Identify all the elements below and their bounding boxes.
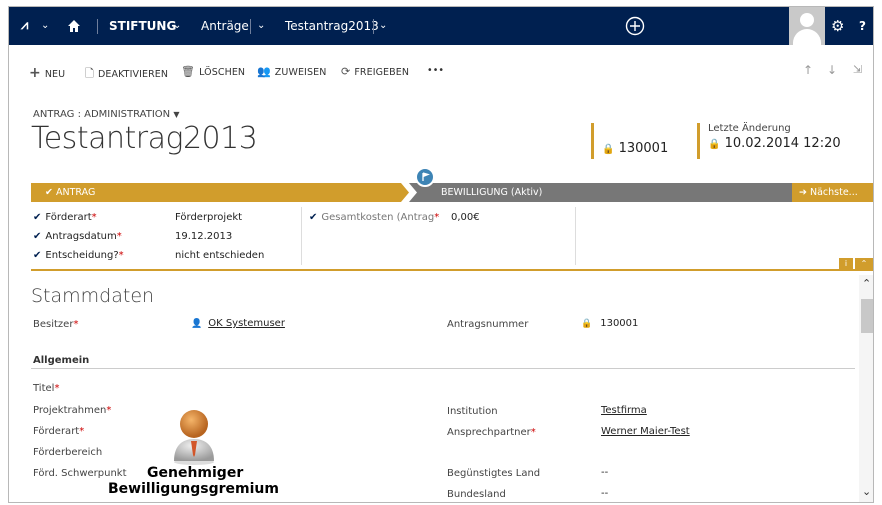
deactivate-icon: 🗋 bbox=[85, 67, 94, 80]
field-value-besitzer[interactable]: 👤 OK Systemuser bbox=[191, 318, 285, 329]
field-label-projektrahmen: Projektrahmen* bbox=[33, 405, 112, 416]
field-label-foerderart: Förderart* bbox=[33, 426, 85, 437]
field-value-ansprechpartner[interactable]: Werner Maier-Test bbox=[601, 426, 690, 437]
stage-field-entscheidung-label: ✔ Entscheidung?* bbox=[33, 250, 124, 261]
process-stage-bewilligung-label: BEWILLIGUNG (Aktiv) bbox=[441, 187, 543, 198]
field-label-schwerpunkt: Förd. Schwerpunkt bbox=[33, 468, 127, 479]
check-icon: ✔ bbox=[33, 250, 42, 261]
field-value-institution[interactable]: Testfirma bbox=[601, 405, 647, 416]
form-selector[interactable]: ANTRAG : ADMINISTRATION ▼ bbox=[33, 109, 179, 120]
overlay-label-line2: Bewilligungsgremium bbox=[108, 481, 279, 497]
share-button[interactable]: ⟳ FREIGEBEN bbox=[341, 65, 409, 78]
field-label-ansprechpartner: Ansprechpartner* bbox=[447, 427, 536, 438]
chevron-down-icon[interactable]: ⌄ bbox=[379, 7, 387, 45]
plus-icon: + bbox=[29, 65, 41, 81]
stage-field-antragsdatum-label: ✔ Antragsdatum* bbox=[33, 231, 122, 242]
user-icon: 👤 bbox=[191, 319, 203, 329]
chevron-down-icon[interactable]: ⌄ bbox=[41, 7, 49, 45]
caret-down-icon: ▼ bbox=[173, 110, 180, 119]
stage-field-foerderart-value[interactable]: Förderprojekt bbox=[175, 212, 242, 223]
chevron-down-icon[interactable]: ⌄ bbox=[257, 7, 265, 45]
stage-divider bbox=[575, 207, 576, 265]
check-icon: ✔ bbox=[33, 231, 42, 242]
create-plus-icon[interactable] bbox=[625, 7, 647, 45]
header-field-number: 🔒 130001 bbox=[591, 123, 668, 159]
nav-bar: ⩘ ⌄ STIFTUNG ⌄ Anträge ⌄ Testantrag2013 … bbox=[9, 7, 873, 45]
delete-button[interactable]: 🗑 LÖSCHEN bbox=[181, 65, 245, 78]
new-button[interactable]: + NEU bbox=[29, 65, 65, 81]
stage-field-gesamtkosten-value[interactable]: 0,00€ bbox=[451, 212, 480, 223]
field-value-bundesland[interactable]: -- bbox=[601, 488, 608, 499]
section-title-stammdaten: Stammdaten bbox=[31, 285, 155, 307]
field-label-titel: Titel* bbox=[33, 383, 60, 394]
users-icon: 👥 bbox=[257, 65, 271, 78]
more-commands-button[interactable]: ••• bbox=[427, 65, 444, 76]
field-label-foerderbereich: Förderbereich bbox=[33, 447, 103, 458]
field-value-land[interactable]: -- bbox=[601, 467, 608, 478]
gear-icon[interactable]: ⚙ bbox=[831, 7, 844, 45]
deactivate-button[interactable]: 🗋 DEAKTIVIEREN bbox=[85, 65, 168, 84]
next-stage-label: ➔ Nächste... bbox=[799, 187, 858, 198]
subsection-allgemein: Allgemein bbox=[33, 355, 90, 366]
field-value-antragsnummer[interactable]: 🔒 130001 bbox=[581, 318, 638, 329]
person-icon bbox=[174, 410, 214, 465]
collapse-icon[interactable]: ⌃ bbox=[855, 258, 873, 269]
field-label-bundesland: Bundesland bbox=[447, 489, 506, 500]
crm-form-window: ⩘ ⌄ STIFTUNG ⌄ Anträge ⌄ Testantrag2013 … bbox=[8, 6, 874, 503]
info-icon[interactable]: i bbox=[839, 258, 853, 269]
trash-icon: 🗑 bbox=[181, 65, 196, 78]
user-avatar[interactable] bbox=[789, 7, 825, 45]
arrow-up-icon[interactable]: ↑ bbox=[803, 63, 813, 77]
header-field-modified: Letzte Änderung 🔒 10.02.2014 12:20 bbox=[697, 123, 841, 159]
scrollbar-thumb[interactable] bbox=[861, 299, 873, 333]
assign-button[interactable]: 👥 ZUWEISEN bbox=[257, 65, 326, 78]
stage-chevron-icon bbox=[401, 183, 417, 202]
nav-area-stiftung[interactable]: STIFTUNG bbox=[109, 7, 176, 45]
scroll-up-icon[interactable]: ⌃ bbox=[862, 277, 871, 290]
nav-record[interactable]: Testantrag2013 bbox=[285, 7, 379, 45]
flag-icon bbox=[415, 167, 435, 187]
dynamics-logo-icon[interactable]: ⩘ bbox=[21, 7, 28, 45]
help-icon[interactable]: ? bbox=[859, 7, 866, 45]
chevron-down-icon[interactable]: ⌄ bbox=[173, 7, 181, 45]
lock-icon: 🔒 bbox=[708, 139, 721, 150]
stage-divider bbox=[301, 207, 302, 265]
field-label-besitzer: Besitzer* bbox=[33, 319, 79, 330]
scroll-down-icon[interactable]: ⌄ bbox=[862, 485, 871, 498]
popout-icon[interactable]: ⇲ bbox=[853, 63, 862, 76]
page-title: Testantrag2013 bbox=[31, 121, 258, 156]
lock-icon: 🔒 bbox=[602, 144, 615, 155]
refresh-icon: ⟳ bbox=[341, 65, 351, 78]
overlay-label-line1: Genehmiger bbox=[147, 465, 244, 481]
lock-icon: 🔒 bbox=[581, 319, 593, 329]
field-label-institution: Institution bbox=[447, 406, 498, 417]
stage-bottom-line bbox=[31, 269, 873, 271]
check-icon: ✔ bbox=[309, 212, 318, 223]
nav-entity-antraege[interactable]: Anträge bbox=[201, 7, 249, 45]
process-stage-antrag[interactable]: ✔ ANTRAG bbox=[45, 183, 95, 202]
field-label-antragsnummer: Antragsnummer bbox=[447, 319, 529, 330]
field-label-land: Begünstigtes Land bbox=[447, 468, 541, 479]
subsection-divider bbox=[31, 368, 855, 369]
stage-field-entscheidung-value[interactable]: nicht entschieden bbox=[175, 250, 264, 261]
arrow-down-icon[interactable]: ↓ bbox=[827, 63, 837, 77]
command-bar: + NEU 🗋 DEAKTIVIEREN 🗑 LÖSCHEN 👥 ZUWEISEN ⟳ F… bbox=[9, 45, 873, 95]
home-icon[interactable] bbox=[67, 7, 83, 45]
stage-field-gesamtkosten-label: ✔ Gesamtkosten (Antrag* bbox=[309, 212, 439, 223]
stage-field-foerderart-label: ✔ Förderart* bbox=[33, 212, 97, 223]
check-icon: ✔ bbox=[33, 212, 42, 223]
stage-field-antragsdatum-value[interactable]: 19.12.2013 bbox=[175, 231, 232, 242]
